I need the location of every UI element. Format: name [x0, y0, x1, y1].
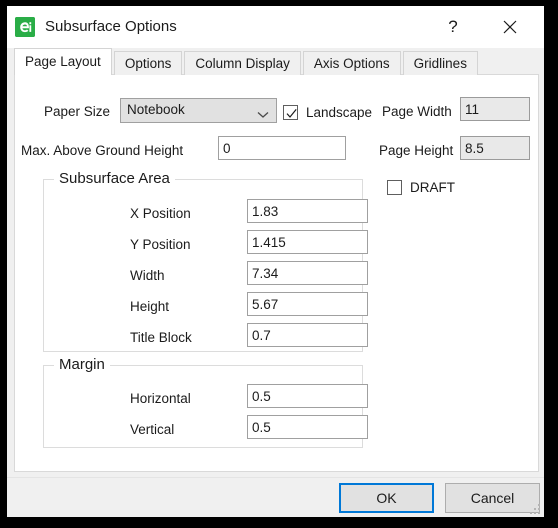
subsurface-options-dialog: Subsurface Options ? Paper Size Notebook — [7, 6, 544, 517]
height-label: Height — [130, 299, 170, 314]
width-input[interactable] — [247, 261, 368, 285]
margin-legend: Margin — [54, 356, 110, 373]
close-icon — [503, 20, 517, 34]
x-position-label: X Position — [130, 206, 191, 221]
page-width-input[interactable] — [460, 97, 530, 121]
height-input[interactable] — [247, 292, 368, 316]
paper-size-dropdown[interactable]: Notebook — [120, 98, 277, 123]
horizontal-input[interactable] — [247, 384, 368, 408]
y-position-label: Y Position — [130, 237, 191, 252]
horizontal-label: Horizontal — [130, 391, 191, 406]
tab-axis-options[interactable]: Axis Options — [302, 51, 401, 75]
page-height-input[interactable] — [460, 136, 530, 160]
paper-size-label: Paper Size — [44, 104, 111, 119]
landscape-label: Landscape — [306, 105, 373, 120]
landscape-checkbox[interactable]: Landscape — [283, 105, 372, 120]
max-above-ground-height-input[interactable] — [218, 136, 346, 160]
close-button[interactable] — [488, 6, 532, 48]
tab-gridlines[interactable]: Gridlines — [402, 51, 478, 75]
resize-grip[interactable] — [530, 503, 542, 515]
draft-checkbox[interactable]: DRAFT — [387, 180, 455, 195]
app-logo-icon — [15, 17, 35, 37]
checkbox-box — [283, 105, 298, 120]
margin-group: Margin Horizontal Vertical — [43, 356, 368, 448]
help-button[interactable]: ? — [431, 6, 475, 48]
vertical-input[interactable] — [247, 415, 368, 439]
screen: Subsurface Options ? Paper Size Notebook — [0, 0, 558, 528]
vertical-label: Vertical — [130, 422, 175, 437]
page-width-label: Page Width — [382, 104, 452, 119]
tab-page-layout[interactable]: Page Layout — [14, 48, 112, 75]
cancel-button[interactable]: Cancel — [445, 483, 540, 513]
draft-label: DRAFT — [410, 180, 455, 195]
y-position-input[interactable] — [247, 230, 368, 254]
checkbox-box — [387, 180, 402, 195]
x-position-input[interactable] — [247, 199, 368, 223]
check-icon — [286, 109, 297, 118]
paper-size-value: Notebook — [127, 102, 185, 117]
subsurface-area-legend: Subsurface Area — [54, 170, 175, 187]
tab-bar: Page Layout Options Column Display Axis … — [14, 48, 480, 75]
subsurface-area-group: Subsurface Area X Position Y Position Wi… — [43, 170, 368, 352]
width-label: Width — [130, 268, 165, 283]
chevron-down-icon — [257, 106, 269, 124]
footer-divider — [7, 477, 544, 478]
tab-options[interactable]: Options — [113, 51, 183, 75]
help-icon: ? — [448, 17, 458, 36]
title-bar: Subsurface Options ? — [7, 6, 544, 48]
title-block-label: Title Block — [130, 330, 192, 345]
tab-column-display[interactable]: Column Display — [184, 51, 301, 75]
ok-button[interactable]: OK — [339, 483, 434, 513]
page-height-label: Page Height — [379, 143, 454, 158]
window-title: Subsurface Options — [45, 18, 177, 35]
max-above-ground-height-label: Max. Above Ground Height — [21, 143, 184, 158]
title-block-input[interactable] — [247, 323, 368, 347]
tab-panel-page-layout: Paper Size Notebook Landscape Page Width — [14, 74, 539, 472]
